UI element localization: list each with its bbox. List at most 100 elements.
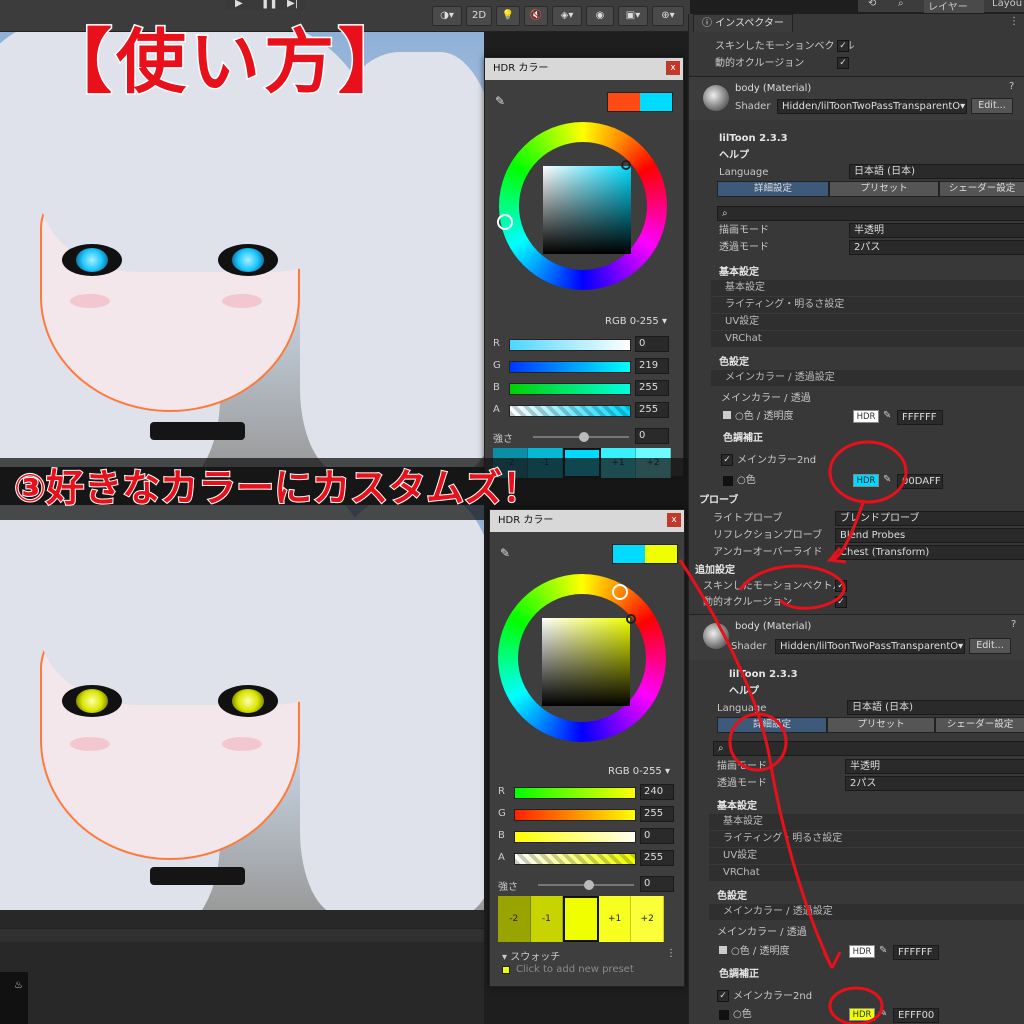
tab-detail-settings[interactable]: 詳細設定 bbox=[717, 181, 829, 197]
dynamic-occlusion-checkbox[interactable]: ✓ bbox=[837, 57, 849, 69]
previous-color[interactable] bbox=[608, 93, 640, 111]
help-circle-icon[interactable]: ? bbox=[1009, 81, 1014, 92]
light-toggle-icon[interactable]: 💡 bbox=[496, 6, 520, 26]
slider-value[interactable]: 255 bbox=[635, 380, 669, 396]
hdr-color-field[interactable]: HDR bbox=[853, 410, 879, 423]
vrchat-foldout[interactable]: VRChat bbox=[711, 331, 1024, 347]
basic-settings-foldout[interactable]: 基本設定 bbox=[709, 814, 1024, 830]
slider-value[interactable]: 255 bbox=[640, 850, 674, 866]
hdr-color2-field[interactable]: HDR bbox=[849, 1008, 875, 1021]
saturation-value-square[interactable] bbox=[543, 166, 631, 254]
preset-plus1[interactable]: +1 bbox=[598, 896, 632, 942]
hue-handle[interactable] bbox=[497, 214, 513, 230]
slider-b[interactable]: B 255 bbox=[493, 380, 669, 398]
uv-foldout[interactable]: UV設定 bbox=[711, 314, 1024, 330]
dynamic-occlusion-checkbox[interactable]: ✓ bbox=[835, 596, 847, 608]
close-icon[interactable]: x bbox=[666, 61, 680, 75]
slider-value[interactable]: 219 bbox=[635, 358, 669, 374]
tab-shader-settings[interactable]: シェーダー設定 bbox=[939, 181, 1024, 197]
lighting-foldout[interactable]: ライティング・明るさ設定 bbox=[711, 297, 1024, 313]
skinned-motion-checkbox[interactable]: ✓ bbox=[835, 580, 847, 592]
preset-minus1[interactable]: -1 bbox=[530, 896, 564, 942]
slider-value[interactable]: 0 bbox=[635, 336, 669, 352]
help-foldout[interactable]: ヘルプ bbox=[729, 683, 1024, 700]
slider-value[interactable]: 255 bbox=[635, 402, 669, 418]
slider-r[interactable]: R0 bbox=[493, 336, 669, 354]
tab-presets[interactable]: プリセット bbox=[829, 181, 939, 197]
slider-value[interactable]: 0 bbox=[640, 828, 674, 844]
transparency-dropdown[interactable]: 2パス bbox=[845, 776, 1024, 791]
property-search-input[interactable]: ⌕ bbox=[713, 741, 1024, 756]
intensity-row[interactable]: 強さ 0 bbox=[498, 876, 674, 894]
color-correction-foldout[interactable]: 色調補正 bbox=[719, 966, 1024, 983]
sv-handle[interactable] bbox=[621, 160, 631, 170]
property-search-input[interactable]: ⌕ bbox=[717, 206, 1024, 221]
preset-current[interactable] bbox=[563, 896, 599, 942]
slider-g[interactable]: G 255 bbox=[498, 806, 674, 824]
mode-2d-button[interactable]: 2D bbox=[466, 6, 492, 26]
previous-color[interactable] bbox=[613, 545, 645, 563]
language-dropdown[interactable]: 日本語 (日本) bbox=[847, 700, 1024, 715]
main-color-foldout[interactable]: メインカラー / 透過設定 bbox=[711, 370, 1024, 386]
color2-hex-field[interactable]: EFFF00 bbox=[893, 1008, 939, 1023]
hdr-color-field[interactable]: HDR bbox=[849, 945, 875, 958]
reflection-probe-dropdown[interactable]: Blend Probes bbox=[835, 528, 1024, 543]
shader-edit-button[interactable]: Edit... bbox=[971, 98, 1013, 114]
lighting-foldout[interactable]: ライティング・明るさ設定 bbox=[709, 831, 1024, 847]
layer-dropdown[interactable]: レイヤー bbox=[924, 0, 984, 13]
eyedropper-icon[interactable]: ✎ bbox=[883, 474, 891, 485]
scene-viewport-bottom[interactable] bbox=[0, 505, 484, 910]
eyedropper-icon[interactable]: ✎ bbox=[879, 1008, 887, 1019]
swatch-menu-icon[interactable]: ⋮ bbox=[666, 948, 676, 959]
intensity-presets[interactable]: -2 -1 +1 +2 bbox=[498, 896, 664, 942]
slider-g[interactable]: G 219 bbox=[493, 358, 669, 376]
shading-mode-button[interactable]: ◑▾ bbox=[432, 6, 462, 26]
slider-a[interactable]: A 255 bbox=[493, 402, 669, 420]
asset-thumbnail[interactable]: ♨ bbox=[0, 972, 28, 1024]
intensity-value[interactable]: 0 bbox=[635, 428, 669, 444]
scene-visibility-icon[interactable]: ◉ bbox=[586, 6, 614, 26]
slider-value[interactable]: 240 bbox=[640, 784, 674, 800]
transparency-dropdown[interactable]: 2パス bbox=[849, 240, 1024, 255]
main-color-2nd-checkbox[interactable]: ✓ bbox=[721, 454, 733, 466]
eyedropper-icon[interactable]: ✎ bbox=[883, 410, 891, 421]
uv-foldout[interactable]: UV設定 bbox=[709, 848, 1024, 864]
intensity-track[interactable] bbox=[533, 432, 629, 442]
color-mode-dropdown[interactable]: RGB 0-255 ▾ bbox=[608, 766, 670, 777]
light-probe-dropdown[interactable]: ブレンドプローブ bbox=[835, 511, 1024, 526]
color-correction-foldout[interactable]: 色調補正 bbox=[723, 430, 1024, 447]
eyedropper-icon[interactable]: ✎ bbox=[495, 94, 509, 108]
color-hex-field[interactable]: FFFFFF bbox=[893, 945, 939, 960]
hue-handle[interactable] bbox=[612, 584, 628, 600]
eyedropper-icon[interactable]: ✎ bbox=[500, 546, 514, 560]
intensity-value[interactable]: 0 bbox=[640, 876, 674, 892]
main-color-2nd-checkbox[interactable]: ✓ bbox=[717, 990, 729, 1002]
intensity-track[interactable] bbox=[538, 880, 634, 890]
slider-r[interactable]: R 240 bbox=[498, 784, 674, 802]
render-mode-dropdown[interactable]: 半透明 bbox=[849, 223, 1024, 238]
slider-a[interactable]: A 255 bbox=[498, 850, 674, 868]
eyedropper-icon[interactable]: ✎ bbox=[879, 945, 887, 956]
tab-detail-settings[interactable]: 詳細設定 bbox=[717, 717, 827, 733]
close-icon[interactable]: x bbox=[667, 513, 681, 527]
search-icon[interactable]: ⌕ bbox=[898, 0, 904, 9]
basic-settings-foldout[interactable]: 基本設定 bbox=[711, 280, 1024, 296]
shader-dropdown[interactable]: Hidden/lilToonTwoPassTransparentO▾ bbox=[777, 99, 967, 114]
skinned-motion-checkbox[interactable]: ✓ bbox=[837, 40, 849, 52]
language-dropdown[interactable]: 日本語 (日本) bbox=[849, 164, 1024, 179]
preset-plus2[interactable]: +2 bbox=[631, 896, 664, 942]
intensity-row[interactable]: 強さ 0 bbox=[493, 428, 669, 446]
slider-value[interactable]: 255 bbox=[640, 806, 674, 822]
hdr-color2-field[interactable]: HDR bbox=[853, 474, 879, 487]
swatch-add-icon[interactable] bbox=[502, 966, 510, 974]
sv-handle[interactable] bbox=[626, 614, 636, 624]
saturation-value-square[interactable] bbox=[542, 618, 630, 706]
tab-shader-settings[interactable]: シェーダー設定 bbox=[935, 717, 1024, 733]
tab-presets[interactable]: プリセット bbox=[827, 717, 935, 733]
gizmo-icon[interactable]: ⊕▾ bbox=[652, 6, 684, 26]
camera-icon[interactable]: ▣▾ bbox=[618, 6, 648, 26]
main-color-foldout[interactable]: メインカラー / 透過設定 bbox=[709, 904, 1024, 920]
effects-icon[interactable]: ◈▾ bbox=[552, 6, 582, 26]
help-foldout[interactable]: ヘルプ bbox=[719, 147, 1024, 164]
history-icon[interactable]: ⟲ bbox=[868, 0, 876, 9]
